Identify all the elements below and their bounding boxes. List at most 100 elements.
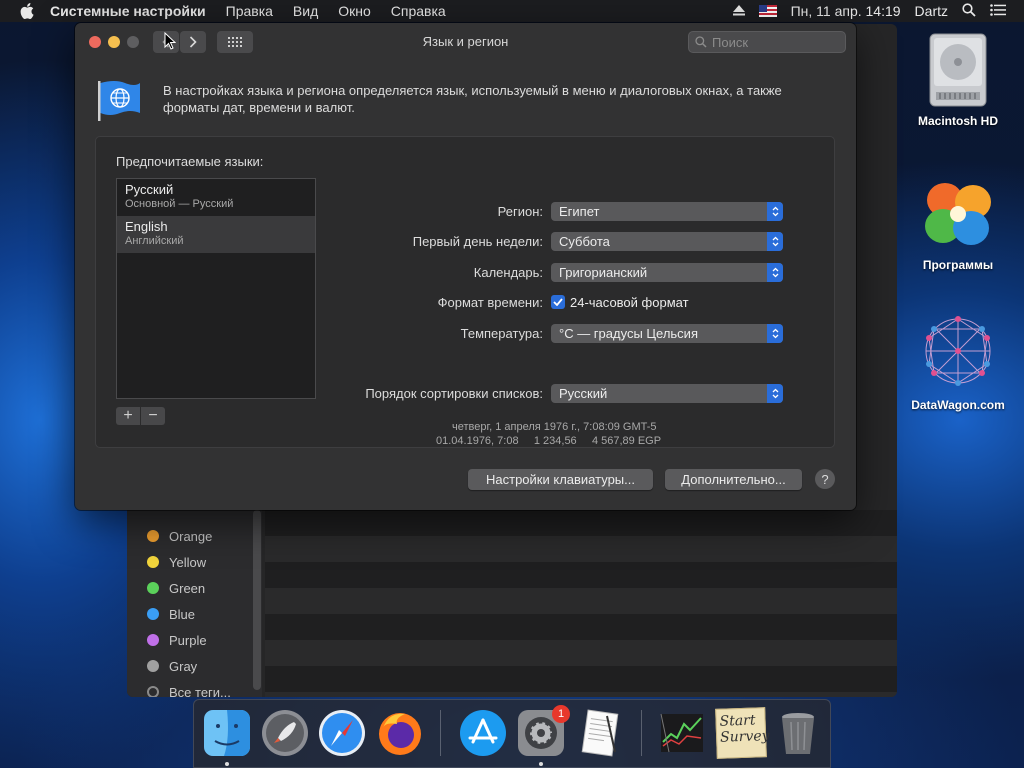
apple-icon[interactable] bbox=[20, 3, 36, 19]
launchpad-rocket-icon bbox=[262, 710, 308, 756]
advanced-button[interactable]: Дополнительно... bbox=[665, 469, 802, 490]
tag-ring-icon bbox=[147, 686, 159, 697]
finder-tag-yellow[interactable]: Yellow bbox=[147, 549, 231, 575]
tag-dot-icon bbox=[147, 582, 159, 594]
finder-tag-green[interactable]: Green bbox=[147, 575, 231, 601]
app-store-icon bbox=[460, 710, 506, 756]
help-button[interactable]: ? bbox=[815, 469, 835, 489]
24-hour-checkbox[interactable]: 24-часовой формат bbox=[551, 295, 689, 310]
sort-order-value: Русский bbox=[559, 385, 608, 401]
desktop-icon-programs[interactable]: Программы bbox=[908, 176, 1008, 272]
finder-tag-purple[interactable]: Purple bbox=[147, 627, 231, 653]
finder-tag-gray[interactable]: Gray bbox=[147, 653, 231, 679]
remove-language-button[interactable]: − bbox=[141, 407, 165, 425]
calendar-popup[interactable]: Григорианский bbox=[551, 262, 783, 282]
finder-sidebar-scrollbar[interactable] bbox=[253, 510, 261, 690]
mouse-cursor-icon bbox=[164, 31, 177, 55]
first-day-row: Первый день недели: Суббота bbox=[96, 231, 783, 251]
datawagon-web-icon bbox=[917, 310, 999, 392]
finder-tag-blue[interactable]: Blue bbox=[147, 601, 231, 627]
popup-arrows-icon bbox=[767, 323, 783, 343]
notification-center-icon[interactable] bbox=[990, 3, 1006, 19]
keyboard-preferences-button[interactable]: Настройки клавиатуры... bbox=[468, 469, 653, 490]
desktop-icon-datawagon[interactable]: DataWagon.com bbox=[902, 310, 1014, 412]
finder-tag-list: Orange Yellow Green Blue Purple Gray Все… bbox=[147, 523, 231, 697]
running-indicator bbox=[539, 762, 543, 766]
running-indicator bbox=[225, 762, 229, 766]
sort-order-label: Порядок сортировки списков: bbox=[365, 385, 543, 401]
survey-note-text: Start Survey bbox=[719, 712, 770, 746]
first-day-label: Первый день недели: bbox=[412, 233, 543, 249]
language-name: Русский bbox=[125, 182, 174, 197]
intro-description: В настройках языка и региона определяетс… bbox=[163, 83, 782, 115]
window-titlebar[interactable]: Язык и регион Поиск bbox=[75, 23, 856, 61]
menu-window[interactable]: Окно bbox=[338, 3, 371, 19]
tag-dot-icon bbox=[147, 530, 159, 542]
eject-icon[interactable] bbox=[732, 3, 745, 19]
programs-flower-icon bbox=[921, 176, 995, 252]
desktop-icon-macintosh-hd[interactable]: Macintosh HD bbox=[908, 32, 1008, 128]
temperature-popup[interactable]: °C — градусы Цельсия bbox=[551, 323, 783, 343]
dock-stocks-chart[interactable] bbox=[657, 708, 707, 758]
menu-datetime[interactable]: Пн, 11 апр. 14:19 bbox=[791, 3, 901, 19]
spotlight-icon[interactable] bbox=[962, 2, 976, 20]
dock-firefox[interactable] bbox=[375, 708, 425, 758]
hard-drive-icon bbox=[926, 32, 990, 108]
temperature-row: Температура: °C — градусы Цельсия bbox=[96, 323, 783, 343]
time-format-label: Формат времени: bbox=[437, 294, 543, 310]
menu-bar: Системные настройки Правка Вид Окно Спра… bbox=[0, 0, 1024, 22]
menu-view[interactable]: Вид bbox=[293, 3, 318, 19]
search-icon bbox=[695, 36, 707, 48]
region-label: Регион: bbox=[497, 203, 543, 219]
tag-dot-icon bbox=[147, 608, 159, 620]
sort-order-row: Порядок сортировки списков: Русский bbox=[96, 383, 783, 403]
first-day-popup[interactable]: Суббота bbox=[551, 231, 783, 251]
date-sample-line: четверг, 1 апреля 1976 г., 7:08:09 GMT-5 bbox=[452, 421, 657, 433]
language-region-flag-icon bbox=[97, 79, 141, 121]
add-language-button[interactable]: + bbox=[116, 407, 140, 425]
menu-user[interactable]: Dartz bbox=[915, 3, 948, 19]
region-popup[interactable]: Египет bbox=[551, 201, 783, 221]
language-list-controls: + − bbox=[116, 407, 166, 425]
dock-safari[interactable] bbox=[317, 708, 367, 758]
stock-chart-icon bbox=[660, 713, 703, 753]
checkmark-icon bbox=[551, 295, 565, 309]
menu-help[interactable]: Справка bbox=[391, 3, 446, 19]
popup-arrows-icon bbox=[767, 262, 783, 282]
24-hour-label: 24-часовой формат bbox=[570, 294, 689, 310]
first-day-value: Суббота bbox=[559, 233, 610, 249]
finder-icon bbox=[204, 710, 250, 756]
dock-launchpad[interactable] bbox=[260, 708, 310, 758]
language-region-window: Язык и регион Поиск В настройках языка и… bbox=[75, 23, 856, 510]
dock-system-preferences[interactable]: 1 bbox=[516, 705, 570, 758]
intro-section: В настройках языка и региона определяетс… bbox=[97, 79, 837, 121]
sort-order-popup[interactable]: Русский bbox=[551, 383, 783, 403]
finder-tag-orange[interactable]: Orange bbox=[147, 523, 231, 549]
dock-trash[interactable] bbox=[773, 708, 823, 758]
temperature-label: Температура: bbox=[460, 325, 543, 341]
us-flag-icon[interactable] bbox=[758, 5, 777, 17]
dock-separator bbox=[440, 710, 441, 756]
finder-tag-all[interactable]: Все теги... bbox=[147, 679, 231, 697]
search-field[interactable]: Поиск bbox=[688, 31, 846, 53]
dock-app-store[interactable] bbox=[458, 708, 508, 758]
calendar-label: Календарь: bbox=[473, 264, 543, 280]
dock-start-survey[interactable]: Start Survey bbox=[715, 707, 770, 759]
time-format-row: Формат времени: 24-часовой формат bbox=[96, 292, 689, 312]
dock-finder[interactable] bbox=[202, 708, 252, 758]
trash-icon bbox=[782, 713, 814, 754]
number-sample-line: 01.04.1976, 7:08 1 234,56 4 567,89 EGP bbox=[436, 435, 662, 447]
notification-badge: 1 bbox=[552, 705, 570, 723]
preferred-languages-label: Предпочитаемые языки: bbox=[116, 154, 264, 169]
menu-app-name[interactable]: Системные настройки bbox=[50, 3, 206, 19]
textedit-document-icon bbox=[581, 709, 619, 757]
temperature-value: °C — градусы Цельсия bbox=[559, 325, 698, 341]
settings-panel: Предпочитаемые языки: Русский Основной —… bbox=[95, 136, 835, 448]
calendar-row: Календарь: Григорианский bbox=[96, 262, 783, 282]
tag-dot-icon bbox=[147, 556, 159, 568]
finder-file-list bbox=[265, 510, 897, 697]
menu-edit[interactable]: Правка bbox=[226, 3, 273, 19]
calendar-value: Григорианский bbox=[559, 264, 648, 280]
desktop-icon-label: Macintosh HD bbox=[917, 114, 998, 128]
dock-textedit[interactable] bbox=[575, 708, 625, 758]
